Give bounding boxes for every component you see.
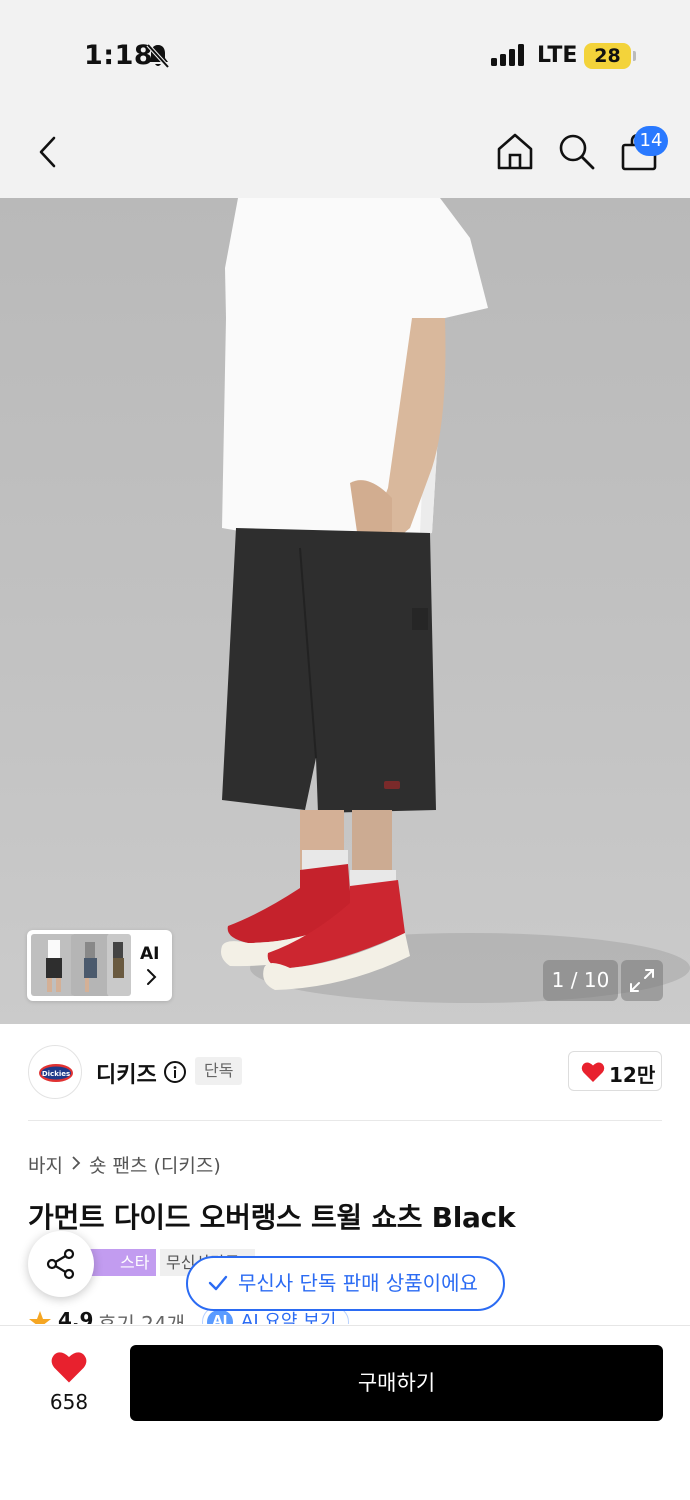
breadcrumb-item[interactable]: 바지 (28, 1151, 63, 1178)
heart-icon (50, 1350, 88, 1388)
expand-icon[interactable] (621, 960, 663, 1001)
ai-badge: AI (207, 1310, 233, 1324)
breadcrumb: 바지 숏 팬츠 (디키즈) (28, 1151, 221, 1178)
exclusive-toast: 무신사 단독 판매 상품이에요 (186, 1256, 505, 1311)
bell-slash-icon (146, 43, 170, 73)
favorite-button[interactable]: 658 (36, 1346, 102, 1416)
brand-like-button[interactable]: 12만 (568, 1051, 662, 1091)
info-icon[interactable] (163, 1060, 187, 1088)
star-badge: 스타 (88, 1249, 156, 1276)
ai-thumbnail-strip[interactable]: AI (27, 930, 172, 1001)
status-bar: 1:18 LTE 28 (0, 0, 690, 100)
divider (28, 1120, 662, 1121)
favorite-count: 658 (49, 1390, 89, 1414)
breadcrumb-item[interactable]: 숏 팬츠 (디키즈) (89, 1151, 221, 1178)
product-title: 가먼트 다이드 오버랭스 트윌 쇼츠 Black (28, 1201, 516, 1234)
status-time: 1:18 (84, 40, 154, 71)
review-count[interactable]: 후기 24개 (98, 1308, 185, 1324)
network-label: LTE (537, 43, 578, 68)
brand-logo[interactable]: Dickies (28, 1045, 82, 1099)
model-photo (221, 198, 690, 1003)
exclusive-tag: 단독 (195, 1057, 243, 1085)
toast-message: 무신사 단독 판매 상품이에요 (238, 1271, 478, 1295)
product-image[interactable]: AI 1 / 10 (0, 198, 690, 1024)
top-nav (0, 100, 690, 198)
image-counter: 1 / 10 (543, 960, 618, 1001)
battery-tip (633, 51, 636, 61)
svg-text:Dickies: Dickies (42, 1070, 70, 1078)
brand-like-count: 12만 (609, 1063, 656, 1087)
back-icon[interactable] (36, 136, 60, 172)
battery-level: 28 (584, 43, 631, 69)
chevron-right-icon (145, 968, 157, 990)
ai-summary-label: AI 요약 보기 (241, 1311, 337, 1324)
heart-icon (581, 1061, 605, 1087)
signal-icon (491, 44, 525, 70)
rating-score: 4.9 (58, 1308, 94, 1324)
thumbnail-1[interactable] (31, 934, 75, 996)
check-icon (208, 1275, 228, 1291)
chevron-right-icon (71, 1154, 81, 1176)
share-button[interactable] (28, 1231, 94, 1297)
home-icon[interactable] (496, 132, 534, 174)
thumbnail-2[interactable] (71, 934, 111, 996)
brand-name[interactable]: 디키즈 (96, 1057, 157, 1089)
star-icon (28, 1310, 52, 1324)
cart-count-badge: 14 (634, 126, 668, 156)
thumbnail-3[interactable] (107, 934, 131, 996)
search-icon[interactable] (558, 133, 596, 175)
share-icon (45, 1248, 77, 1284)
ai-label: AI (140, 944, 160, 964)
buy-button[interactable]: 구매하기 (130, 1345, 663, 1421)
